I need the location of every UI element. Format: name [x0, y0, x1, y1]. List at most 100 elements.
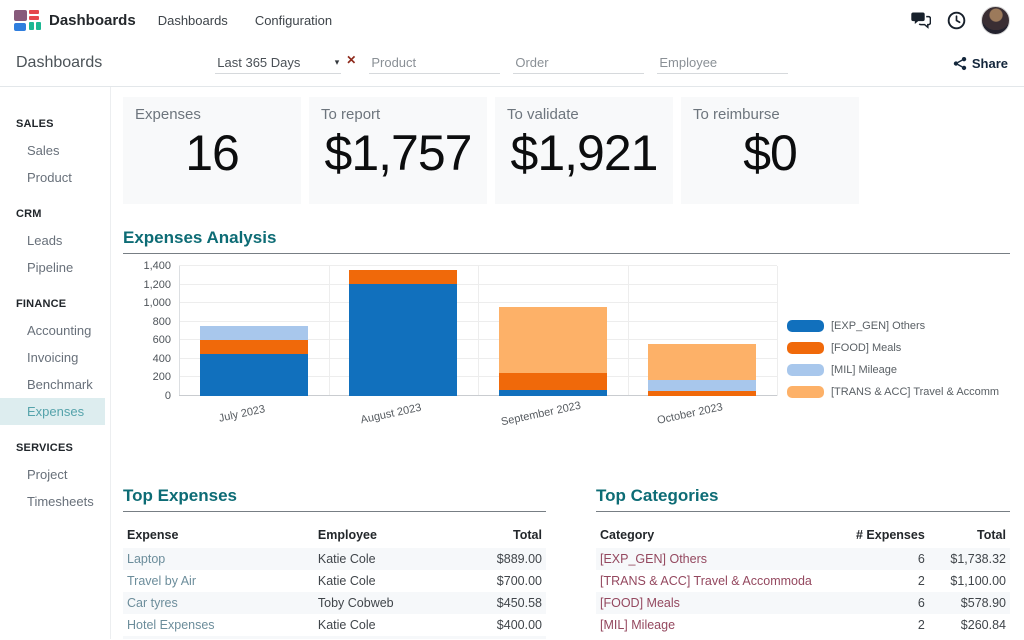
row-cell: Katie Cole [318, 552, 451, 566]
legend-item-mil-mileage[interactable]: [MIL] Mileage [787, 364, 999, 376]
share-button[interactable]: Share [953, 56, 1008, 71]
sidebar-item-invoicing[interactable]: Invoicing [0, 344, 110, 371]
stacked-bar[interactable] [200, 326, 308, 396]
legend-item-trans-acc-travel-accomm[interactable]: [TRANS & ACC] Travel & Accomm [787, 386, 999, 398]
table-row[interactable]: ScreenKatie Cole$289.00 [123, 636, 546, 639]
row-cell: $400.00 [451, 618, 542, 632]
expenses-analysis-title: Expenses Analysis [123, 228, 1010, 254]
filter-inputs [369, 52, 788, 74]
row-cell: 6 [852, 596, 925, 610]
top-categories-title: Top Categories [596, 486, 1010, 512]
kpi-card-to-validate[interactable]: To validate$1,921 [495, 97, 673, 204]
sidebar-item-timesheets[interactable]: Timesheets [0, 488, 110, 515]
chevron-down-icon: ▾ [335, 57, 340, 68]
kpi-label: Expenses [135, 106, 289, 123]
table-row[interactable]: [FOOD] Meals6$578.90 [596, 592, 1010, 614]
table-row[interactable]: [TRANS & ACC] Travel & Accommoda2$1,100.… [596, 570, 1010, 592]
x-axis-label: August 2023 [360, 402, 423, 427]
row-link[interactable]: [EXP_GEN] Others [600, 552, 852, 566]
chart-legend: [EXP_GEN] Others [FOOD] Meals [MIL] Mileag… [777, 266, 999, 398]
row-link[interactable]: Hotel Expenses [127, 618, 318, 632]
bar-segment-food-meals [349, 270, 457, 284]
kpi-value: $1,921 [507, 124, 661, 182]
table-row[interactable]: Hotel ExpensesKatie Cole$400.00 [123, 614, 546, 636]
row-link[interactable]: [MIL] Mileage [600, 618, 852, 632]
top-categories-table: Category# ExpensesTotal [EXP_GEN] Others… [596, 524, 1010, 636]
row-link[interactable]: [TRANS & ACC] Travel & Accommoda [600, 574, 852, 588]
y-tick: 1,200 [143, 279, 171, 291]
column-header-category: Category [600, 528, 852, 542]
top-navbar: Dashboards Dashboards Configuration [0, 0, 1024, 40]
row-cell: $578.90 [925, 596, 1006, 610]
chart-plot [179, 266, 777, 396]
legend-label: [FOOD] Meals [831, 342, 901, 354]
user-avatar[interactable] [981, 6, 1010, 35]
table-row[interactable]: [EXP_GEN] Others6$1,738.32 [596, 548, 1010, 570]
sidebar-section-sales: SALES [0, 101, 110, 137]
row-link[interactable]: [FOOD] Meals [600, 596, 852, 610]
column-header-total: Total [451, 528, 542, 542]
sidebar-item-leads[interactable]: Leads [0, 227, 110, 254]
table-row[interactable]: Car tyresToby Cobweb$450.58 [123, 592, 546, 614]
bar-group-july-2023[interactable] [179, 266, 329, 396]
control-panel: Dashboards Last 365 Days ▾ ✕ Share [0, 40, 1024, 87]
sidebar-item-accounting[interactable]: Accounting [0, 317, 110, 344]
sidebar-item-benchmark[interactable]: Benchmark [0, 371, 110, 398]
chart-y-axis: 02004006008001,0001,2001,400 [123, 266, 179, 396]
row-cell: Katie Cole [318, 574, 451, 588]
sidebar-item-expenses[interactable]: Expenses [0, 398, 105, 425]
kpi-row: Expenses16To report$1,757To validate$1,9… [123, 97, 1010, 204]
bar-segment-food-meals [200, 340, 308, 354]
app-title[interactable]: Dashboards [49, 12, 136, 29]
filter-input-product[interactable] [369, 52, 500, 74]
table-row[interactable]: [MIL] Mileage2$260.84 [596, 614, 1010, 636]
activity-clock-icon[interactable] [946, 10, 966, 30]
clear-filter-icon[interactable]: ✕ [346, 53, 356, 67]
stacked-bar[interactable] [648, 344, 756, 396]
row-cell: $700.00 [451, 574, 542, 588]
bar-group-september-2023[interactable] [478, 266, 628, 396]
filter-input-order[interactable] [513, 52, 644, 74]
stacked-bar[interactable] [499, 307, 607, 396]
kpi-card-to-report[interactable]: To report$1,757 [309, 97, 487, 204]
row-cell: $889.00 [451, 552, 542, 566]
nav-item-dashboards[interactable]: Dashboards [158, 13, 228, 28]
kpi-card-expenses[interactable]: Expenses16 [123, 97, 301, 204]
legend-item-exp-gen-others[interactable]: [EXP_GEN] Others [787, 320, 999, 332]
kpi-value: $1,757 [321, 124, 475, 182]
app-logo-icon[interactable] [14, 10, 41, 31]
messages-icon[interactable] [911, 10, 931, 30]
bar-group-august-2023[interactable] [329, 266, 479, 396]
row-cell: 6 [852, 552, 925, 566]
table-row[interactable]: Travel by AirKatie Cole$700.00 [123, 570, 546, 592]
bar-group-october-2023[interactable] [628, 266, 778, 396]
column-header-employee: Employee [318, 528, 451, 542]
sidebar-item-product[interactable]: Product [0, 164, 110, 191]
row-cell: 2 [852, 574, 925, 588]
x-axis-label: July 2023 [217, 403, 266, 425]
kpi-label: To validate [507, 106, 661, 123]
kpi-value: 16 [135, 124, 289, 182]
sidebar-item-project[interactable]: Project [0, 461, 110, 488]
kpi-label: To report [321, 106, 475, 123]
date-range-filter[interactable]: Last 365 Days ▾ [215, 52, 341, 74]
table-header: ExpenseEmployeeTotal [123, 524, 546, 548]
sidebar-item-pipeline[interactable]: Pipeline [0, 254, 110, 281]
y-tick: 400 [153, 353, 171, 365]
date-range-value: Last 365 Days [217, 55, 300, 70]
row-link[interactable]: Travel by Air [127, 574, 318, 588]
stacked-bar[interactable] [349, 270, 457, 396]
tables-row: Top Expenses ExpenseEmployeeTotal Laptop… [123, 486, 1010, 639]
bar-segment-trans-acc-travel-accomm [499, 307, 607, 373]
legend-swatch [787, 364, 824, 376]
kpi-label: To reimburse [693, 106, 847, 123]
legend-item-food-meals[interactable]: [FOOD] Meals [787, 342, 999, 354]
nav-item-configuration[interactable]: Configuration [255, 13, 332, 28]
filter-input-employee[interactable] [657, 52, 788, 74]
table-row[interactable]: LaptopKatie Cole$889.00 [123, 548, 546, 570]
share-icon [953, 56, 967, 71]
sidebar-item-sales[interactable]: Sales [0, 137, 110, 164]
kpi-card-to-reimburse[interactable]: To reimburse$0 [681, 97, 859, 204]
row-link[interactable]: Laptop [127, 552, 318, 566]
row-link[interactable]: Car tyres [127, 596, 318, 610]
